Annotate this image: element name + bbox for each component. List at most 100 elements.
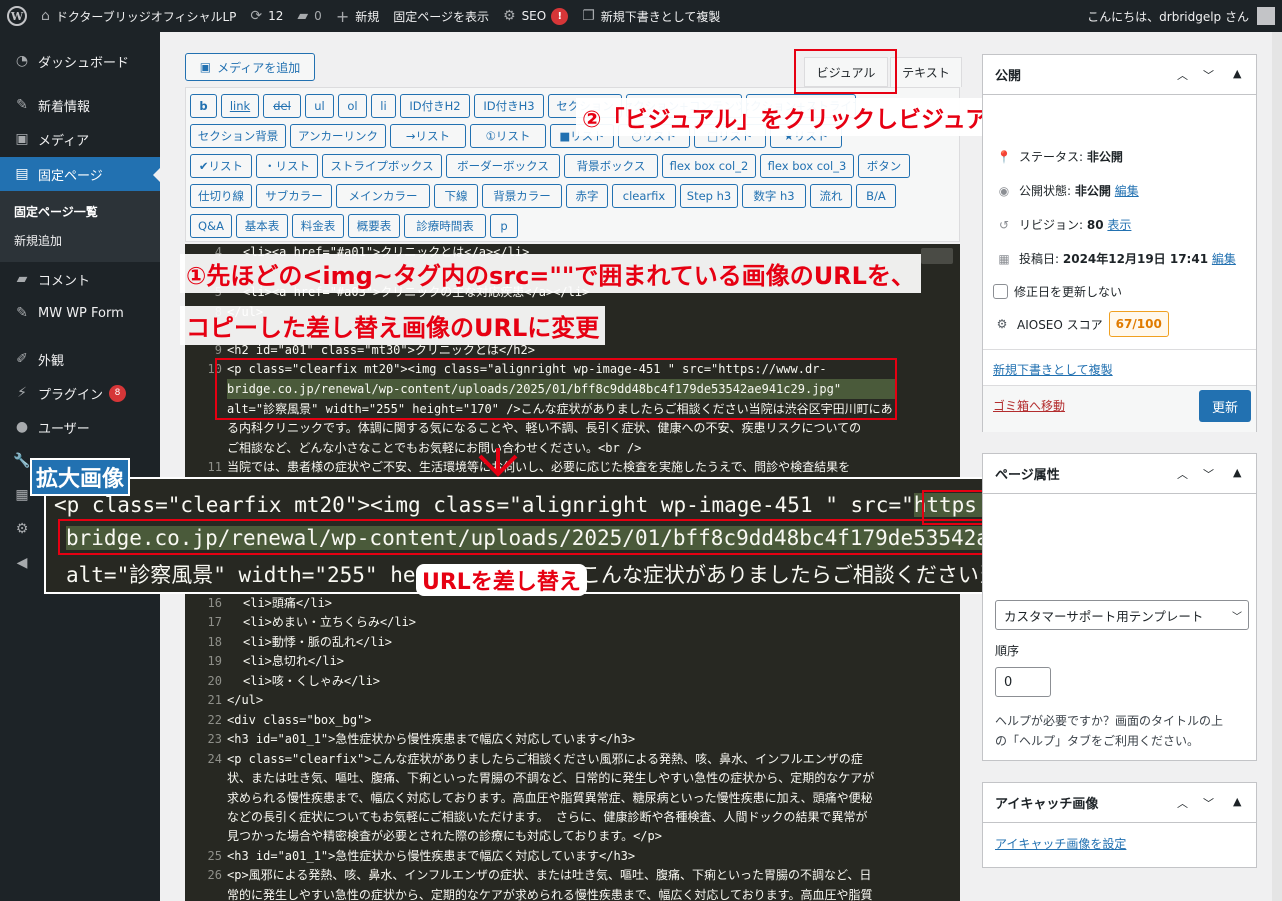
- quicktag-button[interactable]: Q&A: [190, 214, 232, 238]
- chevron-up-icon[interactable]: ︿: [1177, 466, 1188, 482]
- tab-text[interactable]: テキスト: [890, 57, 962, 87]
- quicktag-button[interactable]: 下線: [434, 184, 478, 208]
- menu-users[interactable]: ● ユーザー: [0, 410, 160, 444]
- quicktag-button[interactable]: clearfix: [612, 184, 676, 208]
- menu-label: プラグイン: [38, 387, 104, 403]
- code-line: 25 <h3 id="a01_1">急性症状から慢性疾患まで幅広く対応しています<…: [185, 846, 960, 866]
- quicktag-button[interactable]: link: [221, 94, 259, 118]
- quicktag-button[interactable]: 概要表: [348, 214, 400, 238]
- wp-logo-menu[interactable]: W: [0, 0, 34, 32]
- quicktag-button[interactable]: flex box col_2: [662, 154, 756, 178]
- order-value: 0: [1004, 674, 1013, 690]
- wordpress-icon: W: [7, 6, 27, 26]
- quicktag-button[interactable]: ・リスト: [256, 154, 318, 178]
- submenu-all-pages[interactable]: 固定ページ一覧: [0, 197, 160, 226]
- quicktag-button[interactable]: ✔リスト: [190, 154, 252, 178]
- add-media-label: メディアを追加: [217, 60, 301, 75]
- quicktag-button[interactable]: メインカラー: [336, 184, 430, 208]
- duplicate-draft-link[interactable]: 新規下書きとして複製: [993, 361, 1113, 378]
- quicktag-button[interactable]: 基本表: [236, 214, 288, 238]
- quicktag-button[interactable]: アンカーリンク: [290, 124, 386, 148]
- visibility-label: 公開状態:: [1019, 184, 1072, 198]
- quicktag-button[interactable]: p: [490, 214, 518, 238]
- template-select[interactable]: カスタマーサポート用テンプレート ﹀: [995, 600, 1249, 630]
- site-name-menu[interactable]: ⌂ ドクターブリッジオフィシャルLP: [34, 0, 243, 32]
- quicktag-button[interactable]: 流れ: [810, 184, 852, 208]
- submenu-add-new[interactable]: 新規追加: [0, 226, 160, 255]
- menu-plugins[interactable]: ⚡ プラグイン 8: [0, 376, 160, 410]
- quicktag-button[interactable]: ID付きH2: [400, 94, 470, 118]
- code-wrap-line: ご相談など、どんな小さなことでもお気軽にお問い合わせください。<br />: [227, 441, 642, 455]
- order-input[interactable]: 0: [995, 667, 1051, 697]
- quicktag-button[interactable]: サブカラー: [256, 184, 332, 208]
- quicktag-button[interactable]: 背景ボックス: [564, 154, 658, 178]
- code-wrap-line: 状、または吐き気、嘔吐、腹痛、下痢といった胃腸の不調など、日常的に発生しやすい急…: [227, 771, 875, 785]
- menu-pages[interactable]: ▤ 固定ページ: [0, 157, 161, 191]
- comments-menu[interactable]: ▰ 0: [290, 0, 328, 32]
- quicktag-button[interactable]: ul: [305, 94, 334, 118]
- my-account-menu[interactable]: こんにちは、drbridgelp さん: [1080, 0, 1282, 32]
- quicktag-button[interactable]: li: [371, 94, 396, 118]
- toggle-panel-icon[interactable]: ▲: [1233, 67, 1241, 80]
- quicktag-button[interactable]: flex box col_3: [760, 154, 854, 178]
- quicktag-button[interactable]: セクション背景: [190, 124, 286, 148]
- show-revisions-link[interactable]: 表示: [1107, 216, 1131, 233]
- user-icon: ●: [15, 419, 29, 435]
- chevron-down-icon: ﹀: [1232, 611, 1242, 623]
- brush-icon: ✐: [16, 351, 28, 367]
- line-number: 25: [207, 849, 222, 863]
- new-content-menu[interactable]: + 新規: [329, 0, 386, 32]
- line-number: 19: [207, 654, 222, 668]
- quicktag-button[interactable]: ①リスト: [470, 124, 546, 148]
- quicktag-button[interactable]: 背景カラー: [482, 184, 562, 208]
- edit-visibility-link[interactable]: 編集: [1115, 182, 1139, 199]
- duplicate-draft-link[interactable]: ❐ 新規下書きとして複製: [575, 0, 727, 32]
- chevron-down-icon[interactable]: ﹀: [1203, 67, 1214, 83]
- aioseo-label: AIOSEO スコア: [1017, 317, 1103, 332]
- menu-label: 外観: [38, 353, 65, 369]
- updates-menu[interactable]: ⟳ 12: [243, 0, 290, 32]
- date-row: ▦ 投稿日: 2024年12月19日 17:41 編集: [995, 250, 1236, 267]
- chevron-up-icon[interactable]: ︿: [1177, 795, 1188, 811]
- chevron-down-icon[interactable]: ﹀: [1203, 795, 1214, 811]
- quicktag-button[interactable]: 診療時間表: [404, 214, 486, 238]
- seo-menu[interactable]: ⚙ SEO!: [496, 0, 575, 32]
- quicktag-button[interactable]: ボタン: [858, 154, 910, 178]
- menu-media[interactable]: ▣ メディア: [0, 122, 160, 156]
- add-media-button[interactable]: ▣ メディアを追加: [185, 53, 315, 81]
- menu-label: ユーザー: [38, 421, 90, 437]
- trash-link[interactable]: ゴミ箱へ移動: [993, 397, 1065, 414]
- view-page-link[interactable]: 固定ページを表示: [386, 0, 496, 32]
- menu-news[interactable]: ✎ 新着情報: [0, 88, 160, 122]
- page-scrollbar[interactable]: [1272, 32, 1282, 901]
- set-featured-image-link[interactable]: アイキャッチ画像を設定: [995, 835, 1126, 852]
- quicktag-button[interactable]: 数字 h3: [742, 184, 806, 208]
- line-number: 26: [207, 868, 222, 882]
- quicktag-button[interactable]: Step h3: [680, 184, 738, 208]
- toggle-panel-icon[interactable]: ▲: [1233, 795, 1241, 808]
- quicktag-button[interactable]: 料金表: [292, 214, 344, 238]
- toggle-panel-icon[interactable]: ▲: [1233, 466, 1241, 479]
- quicktag-button[interactable]: ID付きH3: [474, 94, 544, 118]
- status-row: 📍 ステータス: 非公開: [995, 148, 1123, 165]
- quicktag-button[interactable]: ボーダーボックス: [446, 154, 560, 178]
- quicktag-button[interactable]: del: [263, 94, 301, 118]
- menu-comments[interactable]: ▰ コメント: [0, 262, 160, 296]
- menu-dashboard[interactable]: ◔ ダッシュボード: [0, 44, 160, 78]
- trash-row: ゴミ箱へ移動: [993, 397, 1065, 414]
- quicktag-button[interactable]: →リスト: [390, 124, 466, 148]
- quicktag-button[interactable]: ストライプボックス: [322, 154, 442, 178]
- chevron-up-icon[interactable]: ︿: [1177, 67, 1188, 83]
- quicktag-button[interactable]: 仕切り線: [190, 184, 252, 208]
- quicktag-button[interactable]: b: [190, 94, 217, 118]
- chevron-down-icon[interactable]: ﹀: [1203, 466, 1214, 482]
- menu-mw-wp-form[interactable]: ✎ MW WP Form: [0, 296, 160, 330]
- aioseo-score[interactable]: 67/100: [1108, 311, 1169, 337]
- update-date-checkbox[interactable]: [993, 284, 1008, 299]
- quicktag-button[interactable]: 赤字: [566, 184, 608, 208]
- quicktag-button[interactable]: B/A: [856, 184, 896, 208]
- edit-date-link[interactable]: 編集: [1212, 250, 1236, 267]
- update-button[interactable]: 更新: [1199, 390, 1251, 422]
- menu-appearance[interactable]: ✐ 外観: [0, 342, 160, 376]
- quicktag-button[interactable]: ol: [338, 94, 367, 118]
